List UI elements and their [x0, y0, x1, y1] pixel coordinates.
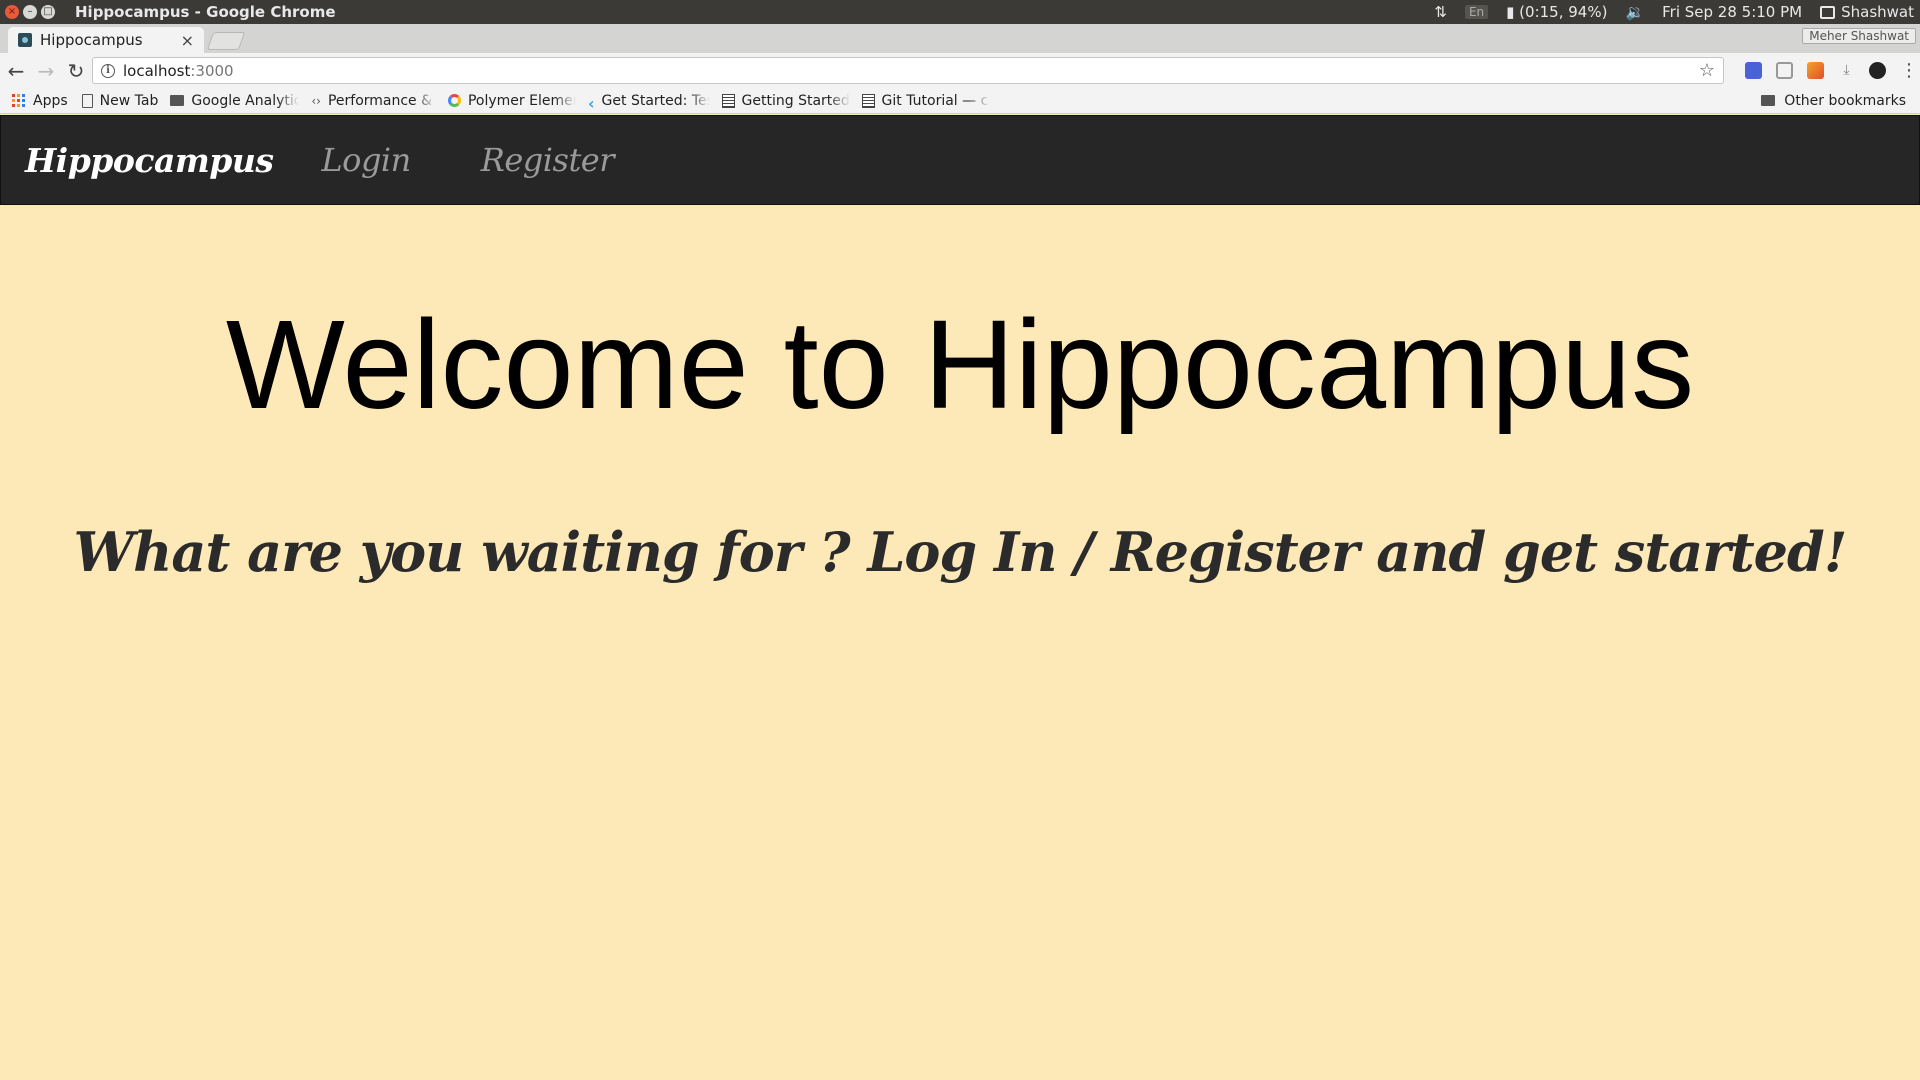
- other-bookmarks-label: Other bookmarks: [1784, 92, 1906, 109]
- brand-logo-link[interactable]: Hippocampus: [25, 141, 274, 180]
- os-tray: ⇅ En ▮ (0:15, 94%) 🔉 Fri Sep 28 5:10 PM …: [1434, 0, 1914, 24]
- bookmark-git-tutorial[interactable]: Git Tutorial — c: [861, 92, 990, 109]
- folder-icon: [170, 95, 185, 106]
- tab-close-icon[interactable]: ×: [181, 31, 194, 50]
- network-icon[interactable]: ⇅: [1434, 3, 1447, 21]
- volume-icon[interactable]: 🔉: [1625, 3, 1644, 21]
- bookmark-label: Apps: [33, 92, 68, 109]
- hero-title: Welcome to Hippocampus: [225, 294, 1695, 435]
- favicon-icon: [18, 33, 32, 47]
- bookmarks-bar: Apps New Tab Google Analytic ‹› Performa…: [0, 88, 1920, 114]
- tab-strip: Hippocampus × Meher Shashwat: [0, 24, 1920, 53]
- apps-grid-icon: [12, 93, 26, 108]
- folder-icon: [1761, 95, 1776, 106]
- address-bar[interactable]: i localhost :3000 ☆: [92, 57, 1724, 84]
- bookmark-label: Get Started: Tes: [601, 92, 710, 109]
- extension-orange-icon[interactable]: [1807, 62, 1824, 79]
- new-tab-button[interactable]: [206, 32, 246, 50]
- nav-login-link[interactable]: Login: [321, 141, 411, 179]
- bookmark-apps[interactable]: Apps: [12, 93, 68, 109]
- bookmark-get-started[interactable]: ‹ Get Started: Tes: [588, 93, 710, 109]
- other-bookmarks[interactable]: Other bookmarks: [1761, 93, 1906, 109]
- page-icon: [81, 93, 93, 108]
- bookmark-label: Polymer Elemen: [467, 92, 576, 109]
- download-icon[interactable]: ⤓: [1838, 62, 1855, 79]
- bookmark-label: New Tab: [99, 92, 159, 109]
- site-navbar: Hippocampus Login Register: [0, 115, 1920, 205]
- battery-text: (0:15, 94%): [1519, 3, 1608, 21]
- clock[interactable]: Fri Sep 28 5:10 PM: [1662, 3, 1802, 21]
- bookmark-label: Getting Started: [741, 92, 850, 109]
- extension-outline-icon[interactable]: [1776, 62, 1793, 79]
- bookmark-new-tab[interactable]: New Tab: [81, 92, 159, 109]
- browser-toolbar: ← → ↻ i localhost :3000 ☆ ⤓ ⋮: [0, 53, 1920, 88]
- flutter-icon: ‹: [587, 93, 595, 109]
- bookmark-star-icon[interactable]: ☆: [1699, 60, 1715, 81]
- polymer-icon: [447, 94, 461, 107]
- profile-badge[interactable]: Meher Shashwat: [1802, 28, 1916, 44]
- extension-icons: ⤓ ⋮: [1745, 57, 1918, 84]
- reload-icon[interactable]: ↻: [62, 57, 90, 85]
- url-port: :3000: [190, 61, 234, 80]
- back-arrow-icon[interactable]: ←: [2, 57, 30, 85]
- extension-blue-icon[interactable]: [1745, 62, 1762, 79]
- bookmark-google-analytics[interactable]: Google Analytic: [170, 93, 299, 109]
- user-name: Shashwat: [1841, 3, 1914, 21]
- extension-dark-icon[interactable]: [1869, 62, 1886, 79]
- window-controls: × – □: [5, 5, 55, 19]
- window-minimize-icon[interactable]: –: [23, 5, 37, 19]
- window-title: Hippocampus - Google Chrome: [75, 3, 336, 21]
- window-close-icon[interactable]: ×: [5, 5, 19, 19]
- bookmark-label: Performance &: [327, 92, 433, 109]
- document-icon: [861, 93, 875, 108]
- site-info-icon[interactable]: i: [101, 63, 115, 78]
- chrome-menu-icon[interactable]: ⋮: [1900, 60, 1918, 81]
- bookmark-performance[interactable]: ‹› Performance &: [311, 93, 436, 109]
- window-maximize-icon[interactable]: □: [41, 5, 55, 19]
- document-icon: [721, 93, 735, 108]
- battery-indicator[interactable]: ▮ (0:15, 94%): [1506, 3, 1607, 21]
- bookmark-label: Git Tutorial — c: [881, 92, 989, 109]
- code-icon: ‹›: [311, 93, 321, 108]
- input-language-indicator[interactable]: En: [1464, 5, 1489, 19]
- tab-hippocampus[interactable]: Hippocampus ×: [8, 27, 204, 53]
- os-top-bar: × – □ Hippocampus - Google Chrome ⇅ En ▮…: [0, 0, 1920, 24]
- nav-register-link[interactable]: Register: [481, 141, 615, 179]
- forward-arrow-icon[interactable]: →: [32, 57, 60, 85]
- hero-subtitle: What are you waiting for ? Log In / Regi…: [73, 520, 1848, 584]
- bookmark-getting-started[interactable]: Getting Started: [721, 92, 850, 109]
- bookmark-label: Google Analytic: [191, 92, 300, 109]
- tab-title: Hippocampus: [40, 31, 143, 49]
- user-icon: [1820, 5, 1836, 19]
- url-host: localhost: [123, 61, 191, 80]
- bookmark-polymer-elements[interactable]: Polymer Elemen: [447, 92, 576, 109]
- user-menu[interactable]: Shashwat: [1820, 3, 1914, 21]
